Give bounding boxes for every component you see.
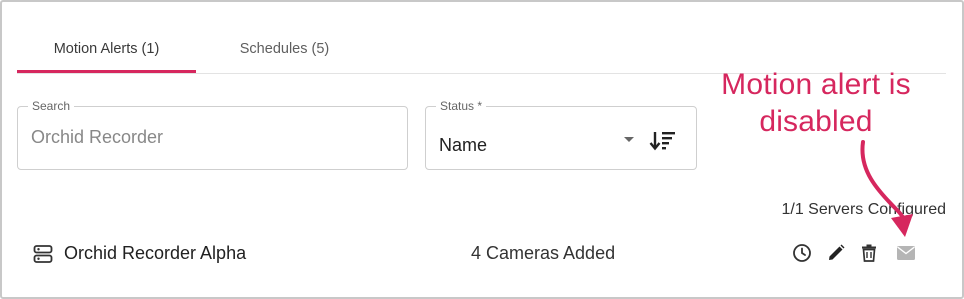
mail-icon bbox=[895, 242, 917, 264]
status-selected-value: Name bbox=[439, 135, 488, 155]
camera-count: 4 Cameras Added bbox=[471, 243, 616, 263]
delete-trash-icon[interactable] bbox=[858, 242, 880, 264]
search-label: Search bbox=[28, 99, 75, 113]
tab-schedules[interactable]: Schedules (5) bbox=[203, 24, 366, 73]
dropdown-arrow-icon[interactable] bbox=[624, 137, 634, 142]
table-row[interactable]: Orchid Recorder Alpha 4 Cameras Added bbox=[17, 232, 946, 276]
callout-line-2: disabled bbox=[759, 105, 873, 138]
edit-pencil-icon[interactable] bbox=[825, 242, 847, 264]
callout-line-1: Motion alert is bbox=[721, 68, 911, 101]
server-icon bbox=[33, 244, 53, 264]
active-tab-indicator bbox=[17, 70, 196, 73]
status-select[interactable]: Status * Name bbox=[425, 99, 697, 170]
tab-motion-alerts[interactable]: Motion Alerts (1) bbox=[17, 24, 196, 73]
server-name: Orchid Recorder Alpha bbox=[64, 243, 247, 263]
search-field[interactable]: Search bbox=[17, 99, 408, 170]
clock-icon[interactable] bbox=[791, 242, 813, 264]
search-input[interactable] bbox=[31, 127, 391, 148]
sort-descending-icon[interactable] bbox=[648, 129, 678, 155]
callout-annotation: Motion alert is disabled bbox=[700, 66, 932, 140]
status-label: Status * bbox=[436, 99, 487, 113]
